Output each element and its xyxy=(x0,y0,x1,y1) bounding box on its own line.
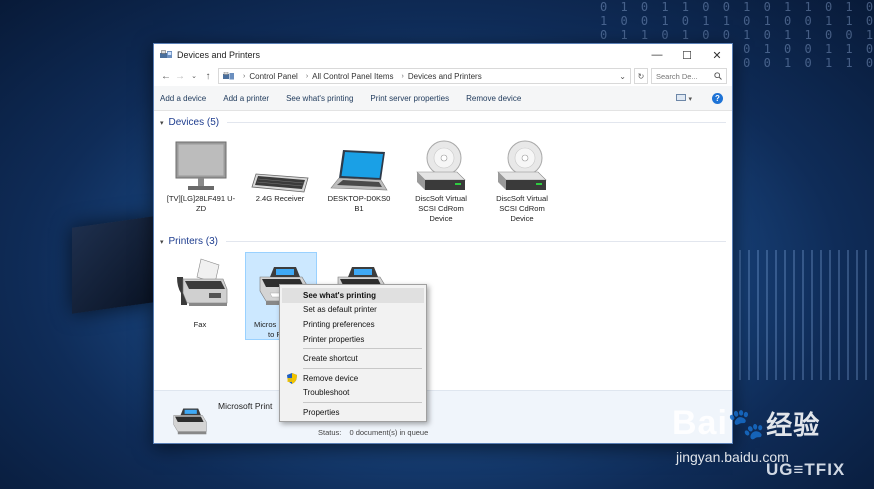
breadcrumb-separator-icon: › xyxy=(305,72,309,80)
brand-watermark: UG≡TFIX xyxy=(766,460,846,479)
collapse-chevron-icon[interactable]: ▾ xyxy=(160,238,164,246)
refresh-button[interactable]: ↻ xyxy=(634,68,648,84)
section-divider xyxy=(227,122,726,123)
menu-item-properties[interactable]: Properties xyxy=(282,405,424,420)
baidu-watermark-suffix: 经验 xyxy=(766,410,821,440)
address-row: ← → ⌄ ↑ › Control Panel › All Control Pa… xyxy=(154,66,732,86)
keyboard-icon xyxy=(251,173,309,193)
section-divider xyxy=(225,241,726,242)
menu-item-see-whats-printing[interactable]: See what's printing xyxy=(282,288,424,303)
status-label: Status: xyxy=(318,428,342,437)
baidu-watermark: Bai🐾经验 xyxy=(672,404,820,443)
printer-item-fax[interactable]: Fax xyxy=(165,253,235,330)
help-icon[interactable]: ? xyxy=(712,92,723,104)
view-options-icon xyxy=(676,93,687,101)
see-whats-printing-button[interactable]: See what's printing xyxy=(286,94,353,103)
recent-locations-chevron-icon[interactable]: ⌄ xyxy=(187,72,201,80)
breadcrumb-separator-icon: › xyxy=(243,72,246,80)
printer-label: Fax xyxy=(193,320,207,329)
menu-item-create-shortcut[interactable]: Create shortcut xyxy=(282,351,424,366)
device-item[interactable]: DESKTOP-D0KS0 B1 xyxy=(324,138,394,214)
queue-status: Status: 0 document(s) in queue xyxy=(318,428,434,437)
back-arrow-icon[interactable]: ← xyxy=(159,71,173,82)
forward-arrow-icon[interactable]: → xyxy=(173,71,187,82)
menu-item-printing-preferences[interactable]: Printing preferences xyxy=(282,317,424,332)
printers-section-header[interactable]: ▾ Printers (3) xyxy=(160,236,726,247)
change-view-button[interactable]: ▾ xyxy=(676,93,692,103)
refresh-icon: ↻ xyxy=(637,71,645,81)
monitor-icon xyxy=(175,141,227,190)
paw-logo-icon: 🐾 xyxy=(727,408,767,441)
cdrom-drive-icon xyxy=(416,140,466,190)
address-dropdown-chevron-icon[interactable]: ⌄ xyxy=(619,72,626,81)
breadcrumb-devices-and-printers[interactable]: Devices and Printers xyxy=(408,72,482,81)
selected-device-name: Microsoft Print xyxy=(218,401,273,411)
menu-item-troubleshoot[interactable]: Troubleshoot xyxy=(282,386,424,401)
address-bar[interactable]: › Control Panel › All Control Panel Item… xyxy=(218,68,631,84)
remove-device-button[interactable]: Remove device xyxy=(466,94,521,103)
minimize-button[interactable]: — xyxy=(642,44,672,66)
collapse-chevron-icon[interactable]: ▾ xyxy=(160,119,164,127)
device-item[interactable]: [TV][LG]28LF491 U-ZD xyxy=(166,138,236,214)
menu-item-label: Remove device xyxy=(303,373,359,383)
menu-item-remove-device[interactable]: Remove device xyxy=(282,371,424,386)
status-value: 0 document(s) in queue xyxy=(349,428,429,437)
menu-separator xyxy=(303,367,422,369)
print-server-properties-button[interactable]: Print server properties xyxy=(370,94,449,103)
add-printer-button[interactable]: Add a printer xyxy=(223,94,269,103)
breadcrumb-control-panel[interactable]: Control Panel xyxy=(249,72,297,81)
device-label: DiscSoft Virtual SCSI CdRom Device xyxy=(415,194,467,223)
up-arrow-icon[interactable]: ↑ xyxy=(201,71,215,82)
devices-and-printers-window: Devices and Printers — ☐ ✕ ← → ⌄ ↑ › Con… xyxy=(153,43,733,444)
background-cube xyxy=(72,216,154,314)
device-label: 2.4G Receiver xyxy=(255,194,305,203)
baidu-watermark-text: Bai xyxy=(672,404,728,442)
device-label: DiscSoft Virtual SCSI CdRom Device xyxy=(496,194,548,223)
title-bar: Devices and Printers — ☐ ✕ xyxy=(154,44,732,66)
details-pane: Microsoft Print Status: 0 document(s) in… xyxy=(154,390,732,443)
printers-section-title: Printers (3) xyxy=(168,236,218,247)
devices-section-title: Devices (5) xyxy=(168,117,220,128)
cdrom-drive-icon xyxy=(497,140,547,190)
device-label: [TV][LG]28LF491 U-ZD xyxy=(166,194,236,213)
menu-separator xyxy=(303,402,422,404)
context-menu: See what's printing Set as default print… xyxy=(279,284,427,422)
view-dropdown-chevron-icon: ▾ xyxy=(688,95,692,103)
uac-shield-icon xyxy=(287,372,297,384)
search-box[interactable] xyxy=(651,68,727,84)
breadcrumb-all-control-panel-items[interactable]: All Control Panel Items xyxy=(312,72,393,81)
window-title: Devices and Printers xyxy=(177,50,261,60)
device-item[interactable]: DiscSoft Virtual SCSI CdRom Device xyxy=(406,138,476,224)
search-input[interactable] xyxy=(656,71,714,81)
menu-separator xyxy=(303,348,422,350)
close-button[interactable]: ✕ xyxy=(702,44,732,66)
command-toolbar: Add a device Add a printer See what's pr… xyxy=(154,86,732,111)
fax-icon xyxy=(177,258,228,306)
laptop-icon xyxy=(330,150,388,191)
menu-item-printer-properties[interactable]: Printer properties xyxy=(282,332,424,347)
search-icon xyxy=(714,72,722,80)
background-stripes xyxy=(730,250,874,380)
breadcrumb-separator-icon: › xyxy=(401,72,404,80)
add-device-button[interactable]: Add a device xyxy=(160,94,206,103)
device-label: DESKTOP-D0KS0 B1 xyxy=(327,194,391,213)
maximize-button[interactable]: ☐ xyxy=(672,44,702,66)
devices-printers-icon xyxy=(160,50,172,58)
device-item[interactable]: 2.4G Receiver xyxy=(245,138,315,204)
selected-printer-icon xyxy=(173,408,207,435)
devices-section-header[interactable]: ▾ Devices (5) xyxy=(160,117,726,128)
menu-item-set-as-default-printer[interactable]: Set as default printer xyxy=(282,303,424,318)
control-panel-icon xyxy=(223,71,234,79)
device-item[interactable]: DiscSoft Virtual SCSI CdRom Device xyxy=(487,138,557,224)
